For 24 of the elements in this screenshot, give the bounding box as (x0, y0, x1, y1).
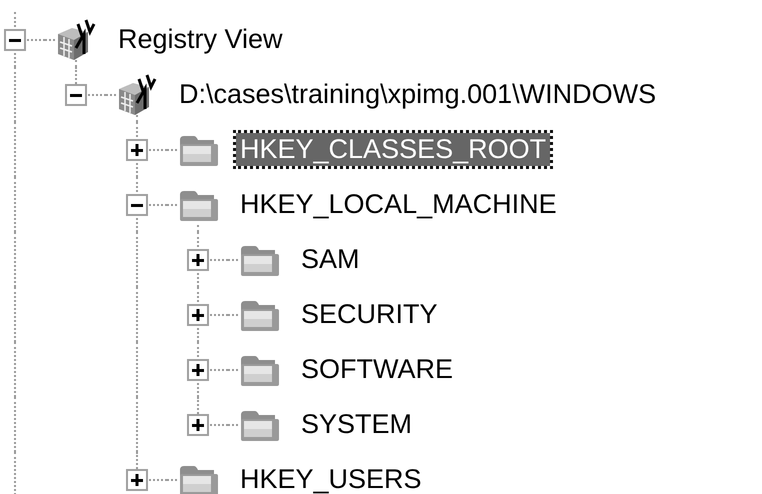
tree-item-label[interactable]: SYSTEM (297, 408, 416, 441)
tree-item-label[interactable]: SOFTWARE (297, 353, 457, 386)
plus-icon (130, 473, 144, 487)
expand-toggle[interactable] (187, 304, 209, 326)
expand-toggle[interactable] (187, 359, 209, 381)
tree-item-label[interactable]: SECURITY (297, 298, 442, 331)
expand-toggle[interactable] (187, 414, 209, 436)
expand-toggle[interactable] (126, 194, 148, 216)
plus-icon (191, 253, 205, 267)
tree-item-label[interactable]: HKEY_LOCAL_MACHINE (236, 188, 561, 221)
plus-icon (191, 363, 205, 377)
tree-item-label[interactable]: HKEY_CLASSES_ROOT (236, 133, 550, 166)
plus-icon (130, 143, 144, 157)
tree-item-label[interactable]: Registry View (114, 23, 287, 56)
expand-toggle[interactable] (4, 29, 26, 51)
tree-item-label[interactable]: D:\cases\training\xpimg.001\WINDOWS (175, 78, 660, 111)
plus-icon (191, 418, 205, 432)
expand-toggle[interactable] (65, 84, 87, 106)
tree-item-label[interactable]: HKEY_USERS (236, 463, 426, 494)
tree-item-label[interactable]: SAM (297, 243, 364, 276)
expand-toggle[interactable] (126, 139, 148, 161)
plus-icon (191, 308, 205, 322)
expand-toggle[interactable] (126, 469, 148, 491)
expand-toggle[interactable] (187, 249, 209, 271)
